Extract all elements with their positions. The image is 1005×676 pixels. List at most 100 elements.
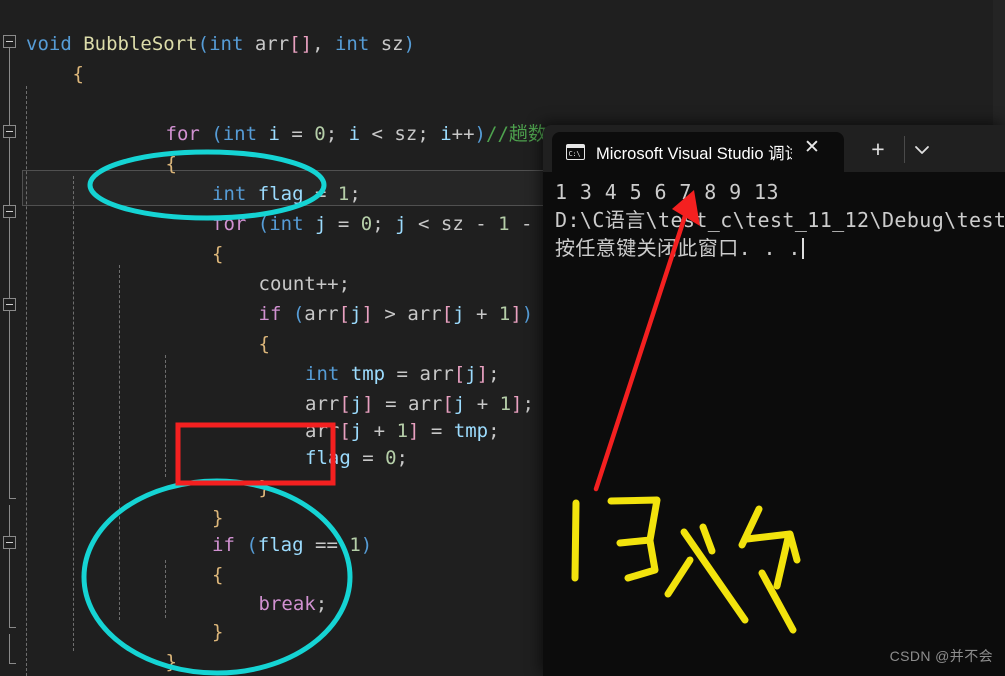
code-token: ; [417,123,441,145]
code-token: flag [257,183,304,205]
code-token: ( [211,123,223,145]
code-token: == [303,534,350,556]
code-line: for (int i = 0; i < sz; i++)//趟数 [166,116,547,153]
code-token: [ [453,363,466,385]
code-token: count [258,273,316,295]
code-token: BubbleSort [83,33,198,55]
code-line: } [212,614,223,651]
code-token: arr [408,393,443,415]
code-token: + [362,420,397,442]
tabbar-separator [904,136,905,163]
code-token: [ [441,303,454,325]
code-token: arr [254,33,290,55]
code-token: ) [474,123,486,145]
code-token: [ [339,393,351,415]
code-token: ] [361,303,373,325]
code-token: flag [305,447,351,469]
code-token: break [258,593,316,615]
code-token: ] [408,420,420,442]
code-token: ( [292,303,305,325]
code-token: ] [510,303,522,325]
code-token: if [258,303,282,325]
code-token: 0 [314,123,326,145]
code-token: ( [246,534,258,556]
code-token: ) [403,33,416,55]
code-token: int [305,363,340,385]
code-token: { [258,333,270,355]
code-token: } [165,651,177,673]
chevron-down-icon[interactable] [909,139,935,161]
code-token: } [212,507,224,529]
code-token: ( [257,213,270,235]
code-token: flag [257,534,304,556]
code-token: sz [394,123,418,145]
code-token: arr [305,420,340,442]
code-token: 1 [499,393,512,415]
code-token: ] [476,363,489,385]
code-line: break; [259,586,328,623]
code-token: sz [440,213,464,235]
console-titlebar[interactable]: C:\ Microsoft Visual Studio 调试控 ✕ + [543,125,1005,172]
code-token: j [395,213,407,235]
code-token: j [465,363,477,385]
code-token: arr [304,303,339,325]
console-tab-title: Microsoft Visual Studio 调试控 [596,145,792,163]
code-token: = [326,213,361,235]
code-token: [ [338,303,351,325]
code-token: j [315,213,327,235]
console-output-line: 1 3 4 5 6 7 8 9 13 [555,180,779,204]
code-token: if [212,534,235,556]
code-token: [ [442,393,454,415]
code-line: { [212,236,223,273]
code-token: ; [315,593,328,615]
code-token: 1 [337,183,350,205]
code-token: , [312,33,335,55]
code-token: //趟数 [486,123,547,145]
code-token: j [350,420,363,442]
code-token: + [464,303,499,325]
code-token: 0 [385,447,397,469]
code-token: arr [407,303,442,325]
code-token: for [165,123,200,145]
code-token: = [350,447,386,469]
code-token: 1 [498,303,511,325]
code-token: { [212,564,224,586]
code-token: 1 [396,420,409,442]
code-token: arr [305,393,340,415]
console-output-line: D:\C语言\test_c\test_11_12\Debug\test_ [555,208,1005,232]
code-token: ; [338,273,351,295]
console-output-line: 按任意键关闭此窗口. . . [555,234,1005,262]
code-token: ; [349,183,361,205]
console-caret [801,238,804,259]
new-tab-button[interactable]: + [865,137,891,163]
code-token: i [348,123,361,145]
code-line: { [259,326,270,363]
code-line: if (flag == 1) [212,527,372,564]
console-window[interactable]: C:\ Microsoft Visual Studio 调试控 ✕ + 1 3 … [543,125,1005,676]
code-line: { [73,56,84,93]
code-token: - [463,213,499,235]
code-line: flag = 0; [305,440,408,477]
console-prompt-text: 按任意键关闭此窗口. . . [555,236,801,260]
code-token: ; [325,123,349,145]
console-output[interactable]: 1 3 4 5 6 7 8 9 13 D:\C语言\test_c\test_11… [543,172,1005,676]
chevron-down-glyph [915,146,929,154]
code-token: { [212,243,224,265]
code-token: i [268,123,280,145]
code-token: int [209,33,244,55]
code-token: arr [419,363,454,385]
code-line: } [166,644,177,676]
code-token: j [350,393,363,415]
code-token: { [165,153,177,175]
close-icon[interactable]: ✕ [801,138,823,160]
code-token: void [26,33,72,55]
code-token: int [269,213,304,235]
code-line: } [259,470,270,507]
code-token: ) [521,303,534,325]
code-token: ; [522,393,534,415]
